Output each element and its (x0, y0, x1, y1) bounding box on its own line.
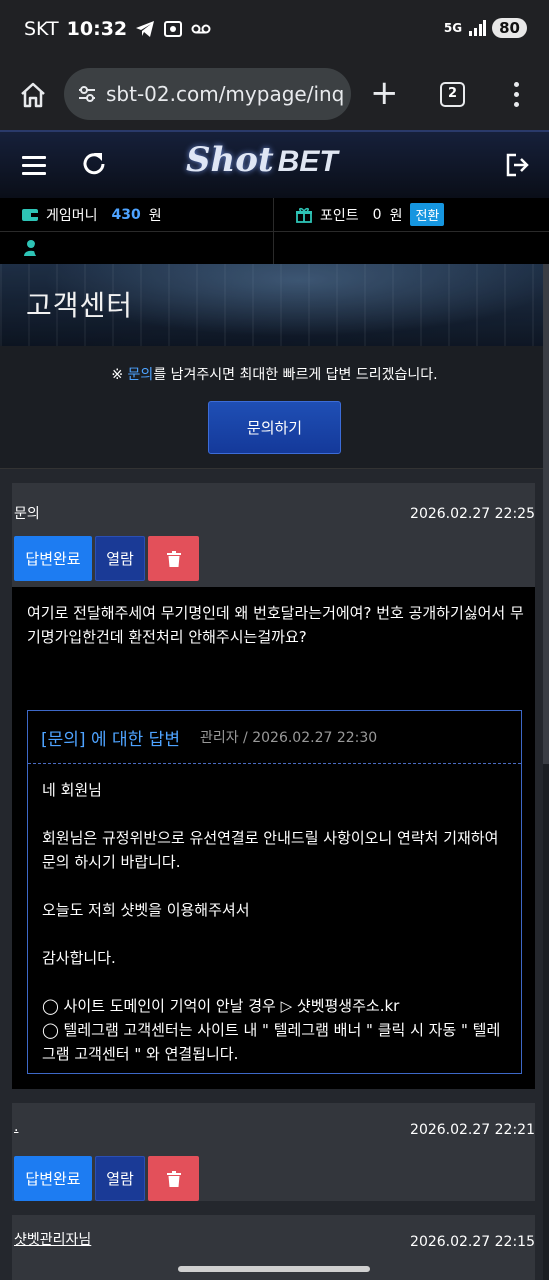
wallet-icon (22, 208, 38, 221)
convert-button[interactable]: 전환 (410, 203, 445, 226)
view-button[interactable]: 열람 (95, 1156, 145, 1201)
scrollbar[interactable] (543, 264, 549, 1280)
status-bar: SKT 10:32 5G 80 (0, 0, 549, 60)
inquiry-date: 2026.02.27 22:25 (410, 506, 535, 522)
answered-status-button[interactable]: 답변완료 (14, 1156, 92, 1201)
site-logo[interactable]: Shot BET (186, 140, 366, 190)
answer-title: [문의] 에 대한 답변 (41, 729, 180, 750)
answer-box: [문의] 에 대한 답변 관리자 / 2026.02.27 22:30 네 회원… (27, 710, 522, 1074)
inquiry-list: 문의 2026.02.27 22:25 답변완료 열람 여기로 전달해주세여 무… (0, 468, 543, 1280)
home-icon[interactable] (18, 80, 48, 110)
page-title: 고객센터 (26, 289, 134, 322)
game-money-unit: 원 (148, 207, 162, 224)
screenshot-notification-icon (164, 21, 183, 37)
browser-toolbar: sbt-02.com/mypage/inq + 2 (0, 60, 549, 130)
inquiry-title[interactable]: 문의 (14, 503, 40, 523)
answer-line: 회원님은 규정위반으로 유선연결로 안내드릴 사항이오니 연락처 기재하여 문의… (42, 829, 499, 871)
address-bar[interactable]: sbt-02.com/mypage/inq (64, 68, 351, 120)
battery-indicator: 80 (492, 18, 527, 38)
view-button[interactable]: 열람 (95, 536, 145, 581)
delete-button[interactable] (148, 536, 199, 581)
page-banner: 고객센터 (0, 264, 543, 346)
answer-line: 네 회원님 (42, 781, 102, 799)
new-tab-icon[interactable]: + (370, 76, 399, 110)
answer-meta: 관리자 / 2026.02.27 22:30 (199, 730, 378, 746)
account-info: 게임머니 430 원 포인트 0 원 전환 (0, 198, 549, 265)
tab-switcher-button[interactable]: 2 (440, 82, 465, 107)
gesture-home-indicator[interactable] (178, 1266, 370, 1272)
answer-line: 감사합니다. (42, 949, 116, 967)
inquiry-detail: 여기로 전달해주세여 무기명인데 왜 번호달라는거에여? 번호 공개하기싫어서 … (12, 587, 535, 1089)
notice-highlight: 문의 (127, 367, 154, 383)
gift-icon (296, 207, 312, 223)
inquiry-notice: ※ 문의를 남겨주시면 최대한 빠르게 답변 드리겠습니다. 문의하기 (0, 346, 543, 468)
delete-button[interactable] (148, 1156, 199, 1201)
url-text[interactable]: sbt-02.com/mypage/inq (106, 82, 346, 106)
status-right: 5G 80 (444, 18, 527, 38)
answer-line: 오늘도 저희 샷벳을 이용해주셔서 (42, 901, 250, 919)
game-money-label: 게임머니 (46, 207, 98, 224)
inquiry-item: 문의 2026.02.27 22:25 답변완료 열람 여기로 전달해주세여 무… (12, 483, 535, 1089)
game-money-value: 430 (111, 206, 141, 223)
answered-status-button[interactable]: 답변완료 (14, 536, 92, 581)
points-label: 포인트 (320, 207, 359, 224)
trash-icon (166, 550, 181, 567)
inquiry-date: 2026.02.27 22:21 (410, 1122, 535, 1138)
site-header: Shot BET (0, 130, 549, 198)
inquiry-title[interactable]: . (14, 1119, 18, 1135)
inquiry-date: 2026.02.27 22:15 (410, 1234, 535, 1250)
ask-question-button[interactable]: 문의하기 (208, 401, 341, 454)
game-money: 게임머니 430 원 (22, 198, 162, 231)
network-type: 5G (443, 21, 463, 35)
points-value: 0 (372, 206, 382, 223)
voicemail-icon (191, 24, 211, 34)
points: 포인트 0 원 전환 (296, 198, 445, 231)
logout-icon[interactable] (504, 152, 530, 178)
redacted-username (34, 236, 98, 262)
answer-line: ◯ 사이트 도메인이 기억이 안날 경우 ▷ 샷벳평생주소.kr (42, 997, 400, 1015)
refresh-icon[interactable] (80, 150, 108, 178)
site-settings-icon[interactable] (78, 85, 96, 103)
status-left: SKT 10:32 (24, 18, 211, 40)
logo-shot: Shot (186, 140, 274, 180)
logo-bet: BET (277, 145, 338, 178)
answer-line: ◯ 텔레그램 고객센터는 사이트 내 " 텔레그램 배너 " 클릭 시 자동 "… (42, 1021, 501, 1063)
more-menu-icon[interactable] (505, 80, 527, 110)
carrier-label: SKT (24, 18, 59, 40)
points-unit: 원 (389, 207, 403, 224)
trash-icon (166, 1170, 181, 1187)
inquiry-item: . 2026.02.27 22:21 답변완료 열람 (12, 1103, 535, 1201)
menu-icon[interactable] (22, 156, 46, 176)
clock: 10:32 (66, 18, 128, 40)
answer-body: 네 회원님 회원님은 규정위반으로 유선연결로 안내드릴 사항이오니 연락처 기… (28, 764, 521, 1066)
signal-icon (469, 20, 487, 36)
inquiry-title[interactable]: 샷벳관리자님 (14, 1229, 91, 1249)
telegram-notification-icon (136, 21, 155, 37)
question-text: 여기로 전달해주세여 무기명인데 왜 번호달라는거에여? 번호 공개하기싫어서 … (27, 604, 524, 646)
notice-text: ※ 문의를 남겨주시면 최대한 빠르게 답변 드리겠습니다. (111, 367, 438, 383)
